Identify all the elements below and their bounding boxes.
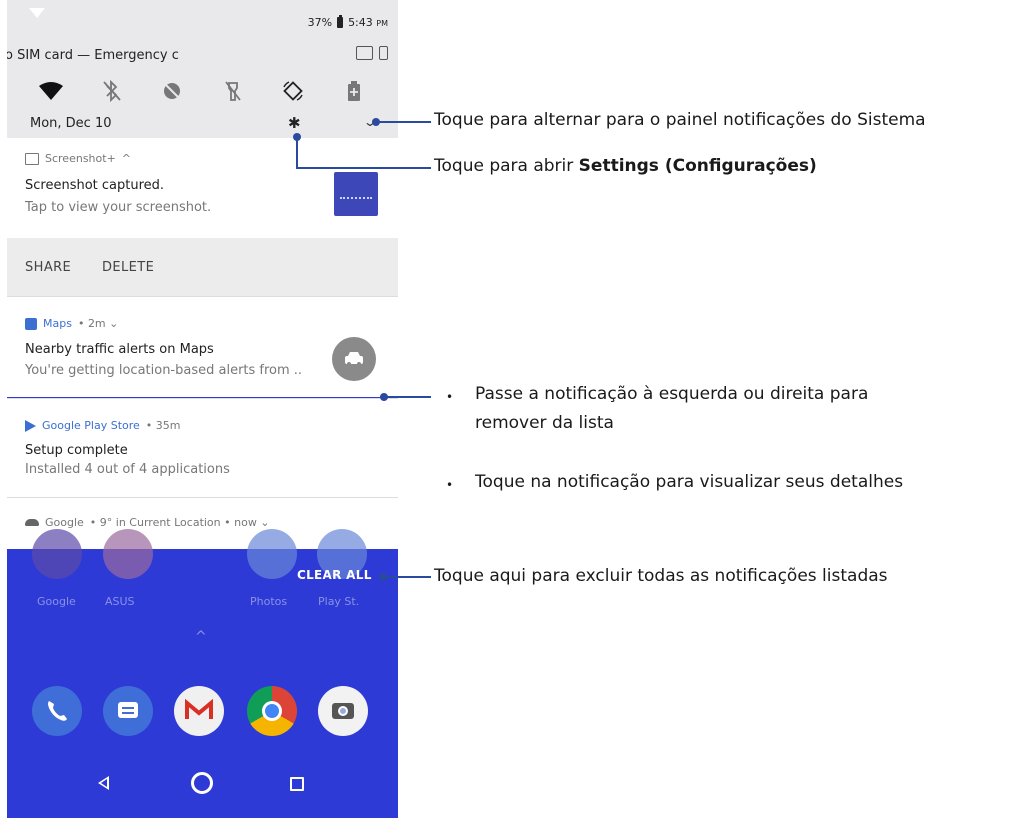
delete-button[interactable]: DELETE [102, 260, 154, 275]
app-label: Photos [250, 595, 288, 608]
app-label: Google [37, 595, 76, 608]
annotation-line [384, 396, 431, 398]
app-label: Play St. [318, 595, 360, 608]
notification-meta: • 35m [145, 419, 181, 432]
notification-text: Tap to view your screenshot. [25, 200, 212, 215]
vibrate-icon [379, 46, 388, 60]
app-label: ASUS [105, 595, 135, 608]
car-icon [332, 337, 376, 381]
quick-settings-panel: o SIM card — Emergency c Mon, Dec 10 ✱ ⌄ [7, 42, 398, 138]
notification-meta: • 2m ⌄ [77, 317, 119, 330]
notification-meta: • 9° in Current Location • now ⌄ [89, 516, 270, 529]
gmail-app-icon[interactable] [174, 686, 224, 736]
screenshot-thumbnail[interactable] [334, 172, 378, 216]
quick-tiles [7, 78, 398, 104]
notification-play-store[interactable]: Google Play Store • 35m Setup complete I… [7, 398, 398, 497]
annotation-line [376, 121, 431, 123]
notification-app-name: Maps [43, 317, 72, 330]
home-icon[interactable] [191, 772, 213, 794]
maps-icon [25, 317, 37, 330]
messages-app-icon[interactable] [103, 686, 153, 736]
battery-icon [337, 15, 344, 28]
annotation-tap-details: Toque na notificação para visualizar seu… [475, 472, 904, 492]
asus-folder-icon[interactable] [103, 529, 153, 579]
app-drawer-chevron-icon[interactable]: ^ [195, 629, 207, 645]
notification-text: Installed 4 out of 4 applications [25, 462, 230, 477]
notification-maps[interactable]: Maps • 2m ⌄ Nearby traffic alerts on Map… [7, 296, 398, 397]
camera-app-icon[interactable] [318, 686, 368, 736]
clock: 5:43 PM [348, 16, 388, 29]
photos-icon[interactable] [247, 529, 297, 579]
share-button[interactable]: SHARE [25, 260, 71, 275]
bullet: • [446, 390, 454, 404]
settings-gear-icon[interactable]: ✱ [288, 114, 301, 132]
annotation-open-settings: Toque para abrir Settings (Configurações… [434, 156, 817, 176]
annotation-swipe-line2: remover da lista [475, 413, 614, 433]
bullet: • [446, 478, 454, 492]
collapse-chevron-icon[interactable]: ^ [122, 152, 131, 165]
do-not-disturb-icon[interactable] [157, 78, 187, 104]
auto-rotate-icon[interactable] [278, 78, 308, 104]
bluetooth-off-icon[interactable] [97, 78, 127, 104]
notification-screenshot[interactable]: Screenshot+ ^ Screenshot captured. Tap t… [7, 138, 398, 238]
notification-app-name: Google Play Store [42, 419, 140, 432]
annotation-line [296, 167, 431, 169]
carrier-text: o SIM card — Emergency c [7, 48, 179, 63]
notification-app-name: Google [45, 516, 84, 529]
annotation-clear-all: Toque aqui para excluir todas as notific… [434, 566, 888, 586]
notification-title: Nearby traffic alerts on Maps [25, 342, 214, 357]
battery-percent: 37% [307, 16, 333, 29]
date-label: Mon, Dec 10 [30, 116, 112, 131]
wifi-icon[interactable] [36, 78, 66, 104]
notification-title: Screenshot captured. [25, 178, 165, 193]
notification-app-name: Screenshot+ [45, 152, 116, 165]
notification-title: Setup complete [25, 443, 128, 458]
phone-screen: 37% 5:43 PM o SIM card — Emergency c Mon… [7, 0, 398, 818]
annotation-toggle-panel: Toque para alternar para o painel notifi… [434, 110, 926, 130]
google-folder-icon[interactable] [32, 529, 82, 579]
battery-saver-icon[interactable] [339, 78, 369, 104]
cast-icon [356, 46, 373, 60]
flashlight-off-icon[interactable] [218, 78, 248, 104]
play-store-icon [25, 419, 36, 432]
cloud-icon [25, 519, 39, 526]
wifi-status-icon [29, 8, 45, 18]
annotation-line [296, 136, 298, 168]
image-icon [25, 152, 39, 165]
status-bar: 37% 5:43 PM [7, 0, 398, 42]
phone-app-icon[interactable] [32, 686, 82, 736]
notification-actions: SHARE DELETE [7, 238, 398, 296]
clear-all-button[interactable]: CLEAR ALL [297, 568, 372, 582]
back-icon[interactable] [98, 776, 109, 790]
annotation-line [383, 576, 431, 578]
navigation-bar [7, 750, 398, 818]
chrome-app-icon[interactable] [247, 686, 297, 736]
recents-icon[interactable] [290, 777, 304, 791]
notification-text: You're getting location-based alerts fro… [25, 363, 303, 378]
annotation-swipe-line1: Passe a notificação à esquerda ou direit… [475, 384, 869, 404]
